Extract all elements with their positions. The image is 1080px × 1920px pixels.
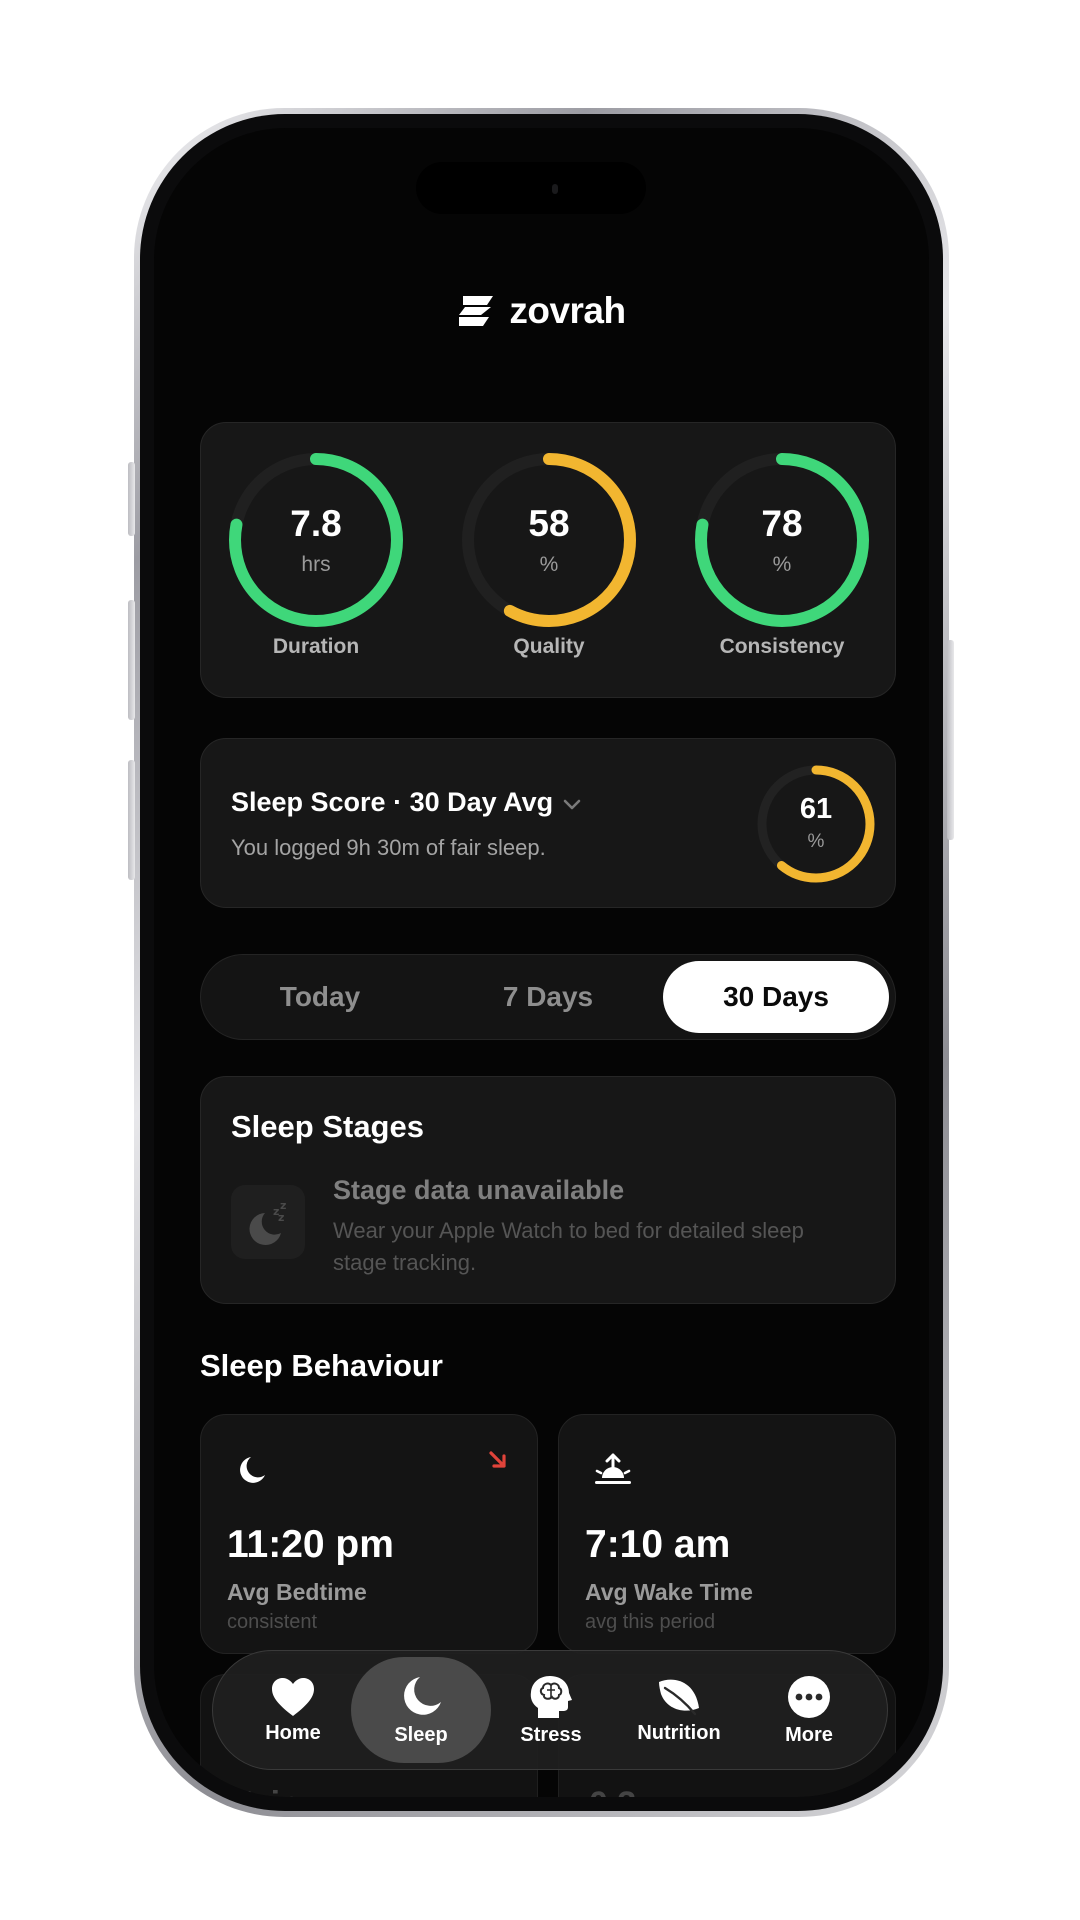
tab-nutrition[interactable]: Nutrition [609,1657,749,1763]
consistency-label: Consistency [719,635,845,658]
avg-bedtime-card[interactable]: 11:20 pm Avg Bedtime consistent [200,1414,538,1654]
more-icon [788,1675,830,1718]
avg-bedtime-sub: consistent [227,1611,318,1633]
brain-icon [530,1675,572,1718]
period-today-button[interactable]: Today [207,961,433,1033]
period-7-days-button[interactable]: 7 Days [435,961,661,1033]
sleep-score-title[interactable]: Sleep Score · 30 Day Avg [231,787,581,818]
moon-zzz-icon: z z z [231,1185,305,1259]
app-name: zovrah [509,290,626,331]
svg-text:z: z [278,1211,284,1224]
sleep-score-value: 61 [799,793,833,825]
tab-home[interactable]: Home [223,1657,363,1763]
sunrise-icon [593,1453,633,1492]
chevron-down-icon[interactable] [563,794,581,817]
tab-nutrition-label: Nutrition [637,1721,721,1744]
trend-down-right-icon [487,1449,509,1476]
tab-bar: Home Sleep Stress Nutrition More [212,1650,888,1770]
app-screen: zovrah 7.8 hrs Duration 58 % Quality 78 … [154,128,929,1797]
tab-sleep[interactable]: Sleep [351,1657,491,1763]
sleep-stages-title: Sleep Stages [231,1109,424,1144]
heart-icon [272,1677,314,1716]
avg-wake-time-sub: avg this period [585,1611,716,1633]
peek-card-right-value: 0.3 [589,1785,636,1797]
zovrah-logo-icon [459,296,494,326]
volume-up-button [128,600,135,720]
period-selector: Today 7 Days 30 Days [200,954,896,1040]
dynamic-island [416,162,646,214]
sleep-score-ring: 61 % [755,763,877,885]
stages-unavailable-heading: Stage data unavailable [333,1175,625,1205]
consistency-unit: % [772,553,792,576]
consistency-ring[interactable]: 78 % Consistency [691,449,873,659]
sleep-score-title-text: Sleep Score · 30 Day Avg [231,787,554,817]
tab-sleep-label: Sleep [394,1723,448,1746]
sleep-score-card[interactable]: Sleep Score · 30 Day Avg You logged 9h 3… [200,738,896,908]
duration-label: Duration [272,635,360,658]
tab-more[interactable]: More [739,1657,879,1763]
tab-stress[interactable]: Stress [481,1657,621,1763]
app-logo: zovrah [154,290,929,332]
sleep-metrics-card: 7.8 hrs Duration 58 % Quality 78 % Consi… [200,422,896,698]
quality-ring[interactable]: 58 % Quality [458,449,640,659]
leaf-icon [659,1679,699,1715]
quality-unit: % [539,553,559,576]
phone-frame: zovrah 7.8 hrs Duration 58 % Quality 78 … [134,108,949,1817]
sleep-behaviour-title: Sleep Behaviour [200,1348,443,1383]
stages-unavailable-description: Wear your Apple Watch to bed for detaile… [333,1218,804,1275]
power-button [947,640,954,840]
avg-bedtime-value: 11:20 pm [227,1523,394,1566]
period-30-days-button[interactable]: 30 Days [663,961,889,1033]
moon-icon [235,1453,269,1492]
sleep-score-unit: % [807,831,825,852]
volume-down-button [128,760,135,880]
sleep-score-subtitle: You logged 9h 30m of fair sleep. [231,835,546,860]
tab-more-label: More [785,1723,833,1746]
tab-home-label: Home [265,1721,321,1744]
consistency-value: 78 [761,503,803,544]
moon-icon [404,1676,441,1715]
sleep-stages-card: Sleep Stages z z z Stage data unavailabl… [200,1076,896,1304]
duration-unit: hrs [301,553,331,576]
quality-value: 58 [528,503,570,544]
avg-wake-time-value: 7:10 am [585,1523,731,1566]
duration-ring[interactable]: 7.8 hrs Duration [225,449,407,659]
avg-wake-time-label: Avg Wake Time [585,1579,753,1605]
avg-wake-time-card[interactable]: 7:10 am Avg Wake Time avg this period [558,1414,896,1654]
action-button [128,462,135,536]
avg-bedtime-label: Avg Bedtime [227,1579,367,1605]
quality-label: Quality [513,635,585,658]
peek-card-left-value: Fair [231,1785,293,1797]
tab-stress-label: Stress [520,1723,582,1746]
duration-value: 7.8 [290,503,342,544]
